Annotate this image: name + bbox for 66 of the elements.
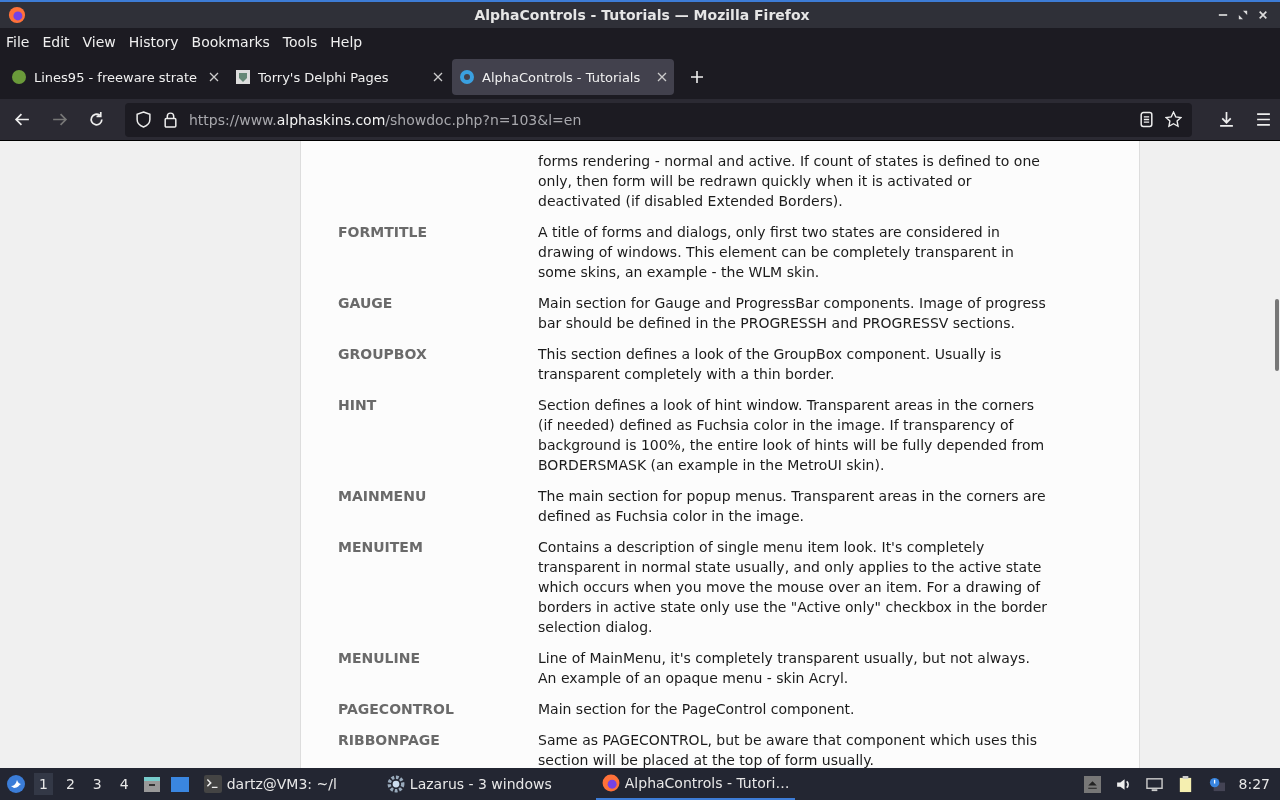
section-name: MENULINE	[338, 650, 420, 666]
menu-item[interactable]: File	[6, 33, 30, 50]
clock: 8:27	[1238, 776, 1270, 792]
taskbar-button[interactable]: dartz@VM3: ~/l	[197, 768, 343, 800]
taskbar-button[interactable]: AlphaControls - Tutori…	[595, 768, 796, 800]
window-title: AlphaControls - Tutorials — Mozilla Firefox	[473, 7, 811, 23]
workspace-button[interactable]: 1	[34, 773, 53, 795]
workspace-button[interactable]: 2	[60, 773, 80, 795]
star-icon[interactable]	[1165, 111, 1182, 128]
file-manager-icon[interactable]	[141, 774, 162, 794]
section-name: MENUITEM	[338, 539, 423, 555]
browser-tab[interactable]: Lines95 - freeware strate	[4, 59, 226, 95]
section-name: FORMTITLE	[338, 224, 427, 240]
firefox-icon	[8, 6, 26, 24]
menu-item[interactable]: History	[128, 33, 179, 50]
gear-icon	[386, 775, 405, 793]
workspace-button[interactable]: 3	[87, 773, 107, 795]
reader-icon[interactable]	[1138, 111, 1155, 128]
scrollbar-thumb[interactable]	[1275, 299, 1279, 371]
close-icon[interactable]	[657, 72, 667, 82]
reload-icon[interactable]	[88, 111, 105, 128]
section-name: GAUGE	[338, 295, 393, 311]
menu-icon[interactable]	[1255, 111, 1272, 128]
section-description: forms rendering - normal and active. If count of states is defined to one only, then form will be redrawn quickly when it is activated or deactivated (if disabled Extended Borders).	[538, 152, 1041, 211]
section-description: This section defines a look of the GroupBox component. Usually is transparent completely with a thin border.	[538, 345, 1003, 384]
section-description: Contains a description of single menu item look. It's completely transparent in normal state usually, and only applies to the active state which occurs when you move the mouse over an item. For a drawing of borders in active state only use the "Active only" checkbox in the border selection dialog.	[538, 538, 1049, 637]
firefox-icon	[601, 774, 620, 792]
menu-item[interactable]: Tools	[282, 33, 318, 50]
window-icon[interactable]	[169, 774, 190, 794]
close-icon[interactable]	[433, 72, 443, 82]
section-name: GROUPBOX	[338, 346, 427, 362]
section-description: A title of forms and dialogs, only first two states are considered in drawing of windows. This element can be completely transparent in some skins, an example - the WLM skin.	[538, 223, 1015, 282]
menu-item[interactable]: Help	[330, 33, 363, 50]
close-icon[interactable]	[1258, 9, 1268, 21]
terminal-icon	[203, 775, 222, 793]
section-name: PAGECONTROL	[338, 701, 454, 717]
back-icon[interactable]	[14, 111, 31, 128]
shield-icon	[135, 111, 152, 128]
section-description: The main section for popup menus. Transparent areas in the corners are defined as Fuchsia color in the image.	[538, 487, 1047, 526]
close-icon[interactable]	[209, 72, 219, 82]
section-name: HINT	[338, 397, 377, 413]
section-description: Main section for the PageControl component.	[538, 700, 856, 719]
download-icon[interactable]	[1218, 111, 1235, 128]
section-description: Section defines a look of hint window. Transparent areas in the corners (if needed) defined as Fuchsia color in the image. If transparency of background is 100%, the entire look of hints will be fully depended from BORDERSMASK (an example in the MetroUI skin).	[538, 396, 1046, 475]
favicon-icon	[11, 69, 27, 85]
notification-icon[interactable]	[1207, 775, 1225, 793]
section-name: MAINMENU	[338, 488, 427, 504]
browser-tab[interactable]: AlphaControls - Tutorials	[452, 59, 674, 95]
maximize-icon[interactable]	[1238, 9, 1248, 21]
lock-icon	[162, 111, 179, 128]
address-bar[interactable]: https://www.alphaskins.com/showdoc.php?n=103&l=en	[125, 102, 1192, 137]
section-description: Main section for Gauge and ProgressBar components. Image of progress bar should be defined in the PROGRESSH and PROGRESSV sections.	[538, 294, 1047, 333]
menu-item[interactable]: View	[82, 33, 116, 50]
favicon-icon	[459, 69, 475, 85]
eject-icon[interactable]	[1083, 775, 1101, 793]
workspace-button[interactable]: 4	[114, 773, 134, 795]
section-name: RIBBONPAGE	[338, 732, 440, 748]
section-description: Line of MainMenu, it's completely transparent usually, but not always. An example of an opaque menu - skin Acryl.	[538, 649, 1031, 688]
menu-item[interactable]: Bookmarks	[191, 33, 270, 50]
favicon-icon	[235, 69, 251, 85]
menu-item[interactable]: Edit	[42, 33, 70, 50]
section-description: Same as PAGECONTROL, but be aware that component which uses this section will be placed at the top of form usually.	[538, 731, 1038, 768]
taskbar-button[interactable]: Lazarus - 3 windows	[380, 768, 558, 800]
forward-icon[interactable]	[51, 111, 68, 128]
new-tab-icon[interactable]	[690, 70, 704, 84]
browser-tab[interactable]: Torry's Delphi Pages	[228, 59, 450, 95]
